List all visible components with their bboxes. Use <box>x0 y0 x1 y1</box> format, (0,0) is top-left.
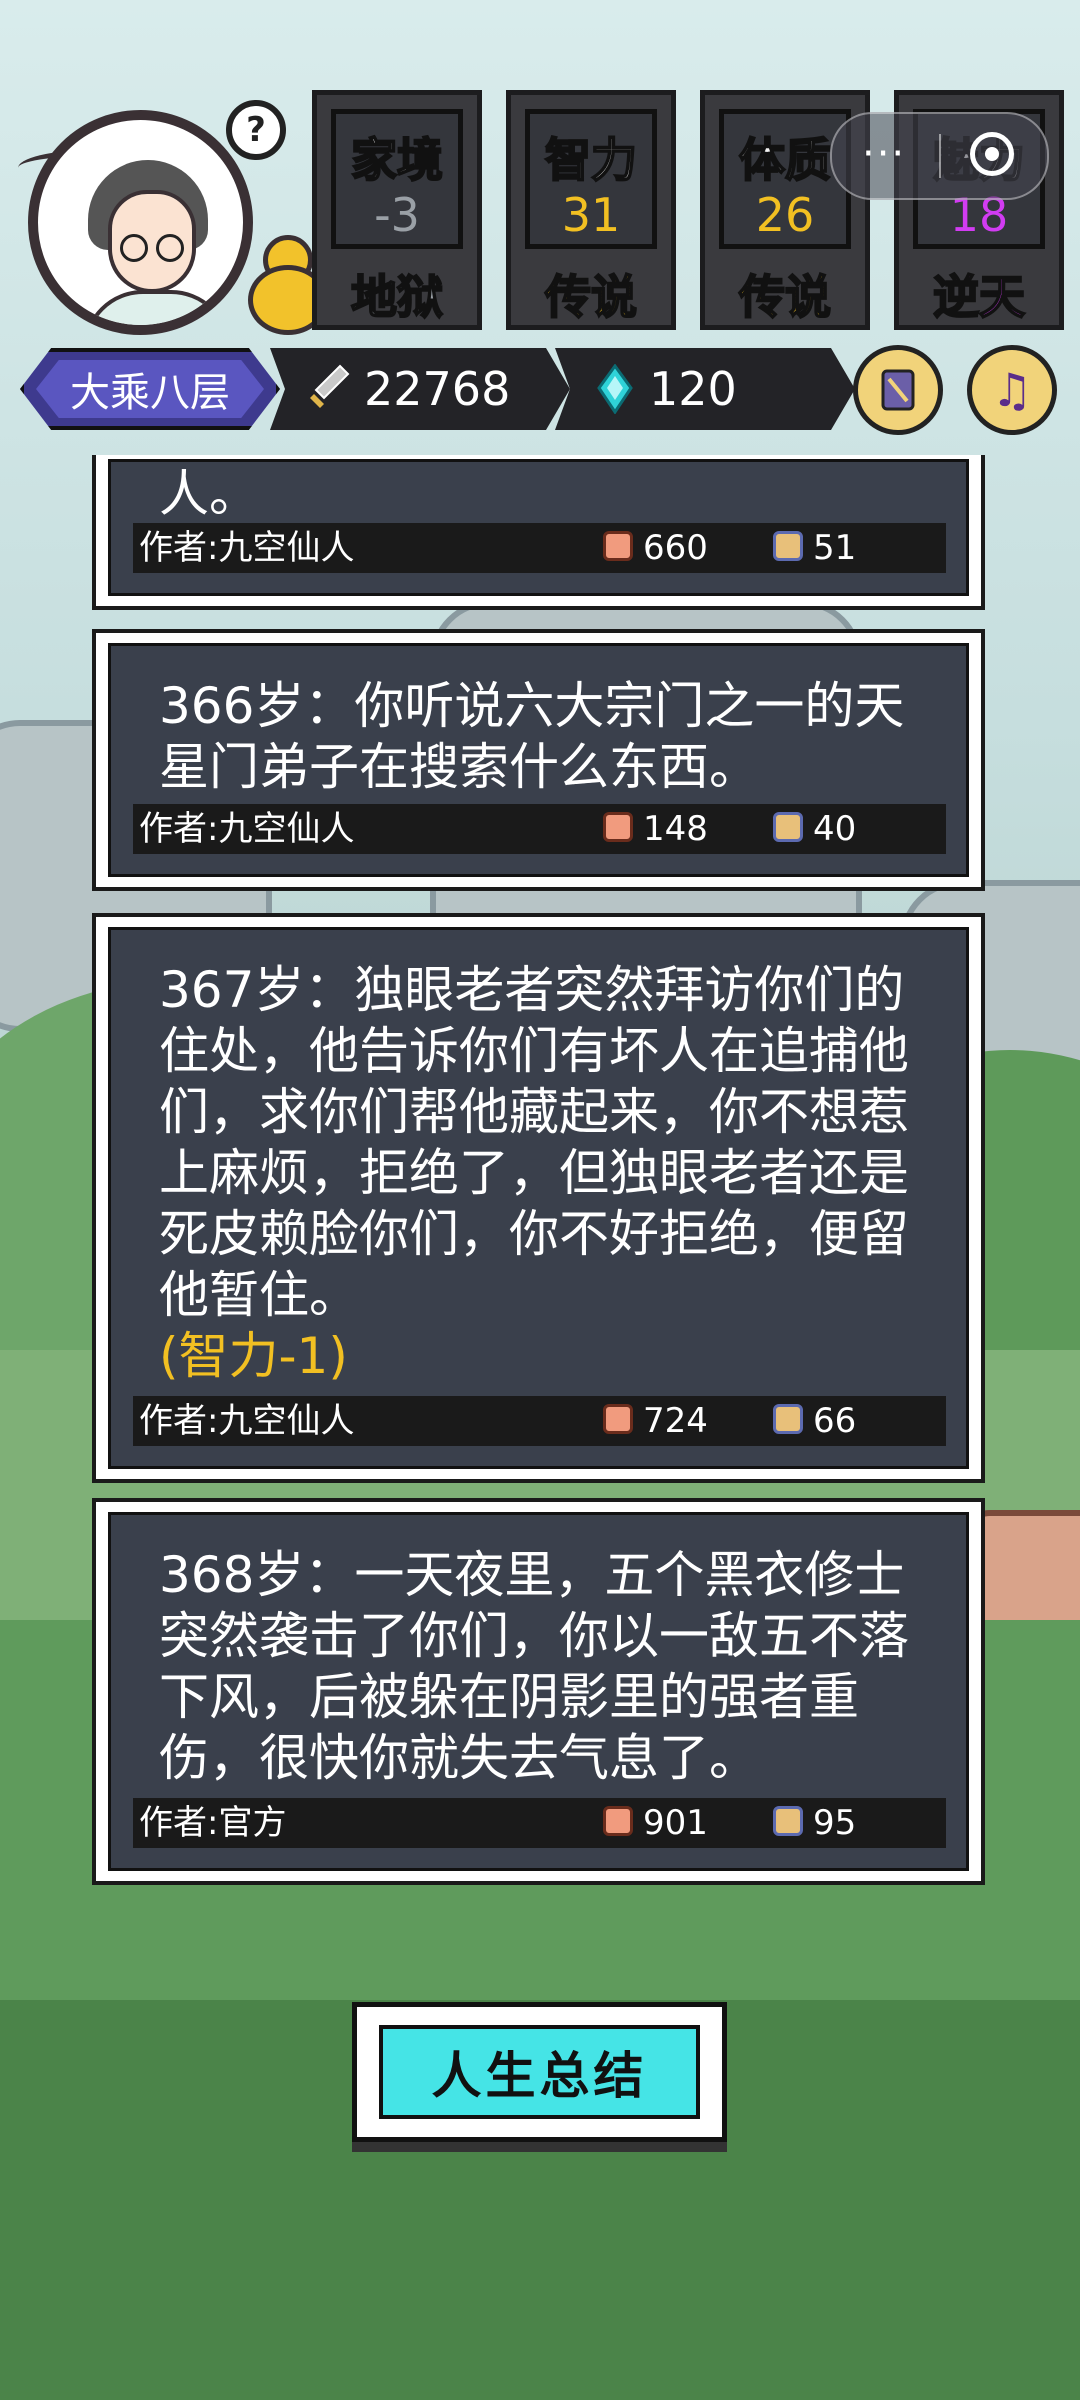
like-count: 660 <box>643 528 708 568</box>
event-feed[interactable]: 人。 作者:九空仙人 660 51 366岁：你听说六大宗门之一的天星门弟子在搜… <box>92 455 985 1905</box>
music-note-icon[interactable]: ♫ <box>967 345 1057 435</box>
more-options-button[interactable]: ··· <box>862 134 906 174</box>
event-body: 367岁：独眼老者突然拜访你们的住处，他告诉你们有坏人在追捕他们，求你们帮他藏起… <box>108 927 969 1469</box>
stat-name: 智力 <box>544 132 638 188</box>
stat-name: 家境 <box>350 132 444 188</box>
help-icon[interactable]: ? <box>226 100 286 160</box>
dislike-button[interactable]: 51 <box>773 523 856 573</box>
event-author: 作者:九空仙人 <box>139 528 355 568</box>
event-card: 人。 作者:九空仙人 660 51 <box>92 455 985 610</box>
stat-rank: 传说 <box>544 269 638 325</box>
event-meta: 作者:九空仙人 660 51 <box>133 523 946 573</box>
dislike-count: 66 <box>813 1401 857 1441</box>
thumbs-down-icon <box>773 811 803 842</box>
dislike-count: 51 <box>813 528 857 568</box>
dislike-button[interactable]: 95 <box>773 1798 856 1848</box>
stat-rank: 逆天 <box>932 269 1026 325</box>
event-text: 367岁：独眼老者突然拜访你们的住处，他告诉你们有坏人在追捕他们，求你们帮他藏起… <box>159 960 926 1387</box>
event-body: 人。 作者:九空仙人 660 51 <box>108 459 969 596</box>
gourd-icon <box>238 225 328 335</box>
event-meta: 作者:九空仙人 724 66 <box>133 1396 946 1446</box>
avatar <box>28 110 253 335</box>
avatar-face <box>108 190 196 293</box>
thumbs-down-icon <box>773 1403 803 1434</box>
dislike-count: 95 <box>813 1803 857 1843</box>
realm-badge[interactable]: 大乘八层 <box>20 348 280 430</box>
event-text: 人。 <box>159 464 926 525</box>
event-card: 366岁：你听说六大宗门之一的天星门弟子在搜索什么东西。 作者:九空仙人 148… <box>92 629 985 891</box>
realm-label: 大乘八层 <box>36 360 264 418</box>
target-icon[interactable] <box>970 132 1014 176</box>
stat-value: 26 <box>755 188 815 242</box>
like-button[interactable]: 148 <box>603 804 708 854</box>
book-icon[interactable] <box>853 345 943 435</box>
life-summary-button[interactable]: 人生总结 <box>352 2002 727 2142</box>
sword-power: 22768 <box>270 348 570 430</box>
dislike-count: 40 <box>813 809 857 849</box>
stat-frame: 智力 31 <box>525 109 657 249</box>
like-count: 148 <box>643 809 708 849</box>
book-glyph <box>881 369 915 411</box>
stat-name: 体质 <box>738 132 832 188</box>
like-count: 724 <box>643 1401 708 1441</box>
stat-rank: 传说 <box>738 269 832 325</box>
sword-power-value: 22768 <box>364 362 511 416</box>
like-button[interactable]: 724 <box>603 1396 708 1446</box>
thumbs-up-icon <box>603 811 633 842</box>
mini-program-capsule: ··· <box>830 112 1049 200</box>
event-description: 368岁：一天夜里，五个黑衣修士突然袭击了你们，你以一敌五不落下风，后被躲在阴影… <box>159 1546 909 1787</box>
glasses <box>156 234 184 262</box>
event-card: 368岁：一天夜里，五个黑衣修士突然袭击了你们，你以一敌五不落下风，后被躲在阴影… <box>92 1498 985 1885</box>
character-avatar[interactable]: ? <box>18 100 328 340</box>
event-body: 368岁：一天夜里，五个黑衣修士突然袭击了你们，你以一敌五不落下风，后被躲在阴影… <box>108 1512 969 1871</box>
event-author: 作者:九空仙人 <box>139 809 355 849</box>
event-author: 作者:九空仙人 <box>139 1401 355 1441</box>
event-text: 368岁：一天夜里，五个黑衣修士突然袭击了你们，你以一敌五不落下风，后被躲在阴影… <box>159 1545 926 1789</box>
thumbs-up-icon <box>603 1805 633 1836</box>
stat-card-family: 家境 -3 地狱 <box>312 90 482 330</box>
spirit-stone: 120 <box>555 348 855 430</box>
status-bar: 大乘八层 22768 120 <box>20 348 855 430</box>
avatar-robe <box>83 290 231 325</box>
event-description: 人。 <box>159 465 259 523</box>
thumbs-down-icon <box>773 1805 803 1836</box>
thumbs-down-icon <box>773 530 803 561</box>
stat-card-intelligence: 智力 31 传说 <box>506 90 676 330</box>
stat-value: 31 <box>561 188 621 242</box>
spirit-stone-value: 120 <box>649 362 737 416</box>
event-meta: 作者:九空仙人 148 40 <box>133 804 946 854</box>
sword-icon <box>310 364 350 408</box>
event-meta: 作者:官方 901 95 <box>133 1798 946 1848</box>
glasses <box>120 234 148 262</box>
event-description: 366岁：你听说六大宗门之一的天星门弟子在搜索什么东西。 <box>159 677 905 796</box>
event-description: 367岁：独眼老者突然拜访你们的住处，他告诉你们有坏人在追捕他们，求你们帮他藏起… <box>159 961 909 1324</box>
music-glyph: ♫ <box>991 363 1033 417</box>
stat-effect: (智力-1) <box>159 1327 348 1385</box>
dislike-button[interactable]: 40 <box>773 804 856 854</box>
like-button[interactable]: 901 <box>603 1798 708 1848</box>
capsule-divider <box>939 134 941 178</box>
event-card: 367岁：独眼老者突然拜访你们的住处，他告诉你们有坏人在追捕他们，求你们帮他藏起… <box>92 913 985 1483</box>
stat-frame: 体质 26 <box>719 109 851 249</box>
event-text: 366岁：你听说六大宗门之一的天星门弟子在搜索什么东西。 <box>159 676 926 798</box>
thumbs-up-icon <box>603 530 633 561</box>
event-body: 366岁：你听说六大宗门之一的天星门弟子在搜索什么东西。 作者:九空仙人 148… <box>108 643 969 877</box>
life-summary-label: 人生总结 <box>379 2025 700 2119</box>
stat-frame: 家境 -3 <box>331 109 463 249</box>
thumbs-up-icon <box>603 1403 633 1434</box>
spirit-stone-icon <box>597 364 633 414</box>
dislike-button[interactable]: 66 <box>773 1396 856 1446</box>
like-count: 901 <box>643 1803 708 1843</box>
event-author: 作者:官方 <box>139 1803 287 1843</box>
stat-value: -3 <box>374 188 420 242</box>
like-button[interactable]: 660 <box>603 523 708 573</box>
stat-rank: 地狱 <box>350 269 444 325</box>
